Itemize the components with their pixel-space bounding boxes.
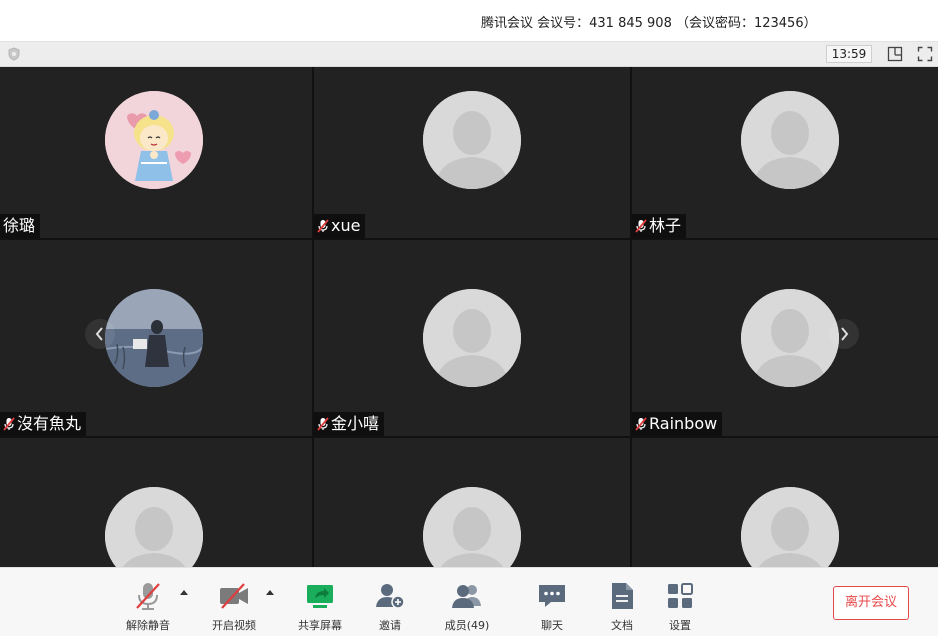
participant-tile[interactable]: 金小嘻 bbox=[314, 240, 630, 436]
participant-tile[interactable] bbox=[632, 438, 938, 567]
meeting-title: 腾讯会议 会议号：431 845 908 （会议密码：123456） bbox=[481, 16, 817, 31]
video-grid: 徐璐 xue 林子 沒有魚丸 金小嘻 Rainbow bbox=[0, 67, 938, 567]
members-icon bbox=[452, 585, 481, 608]
leave-meeting-button[interactable]: 离开会议 bbox=[833, 586, 909, 620]
docs-label: 文档 bbox=[611, 619, 633, 632]
participant-name: 徐璐 bbox=[3, 216, 36, 235]
status-bar: 13:59 bbox=[0, 41, 938, 67]
participant-name-tag: 徐璐 bbox=[0, 214, 41, 238]
participant-name-tag: xue bbox=[314, 214, 366, 238]
participant-name: 沒有魚丸 bbox=[17, 414, 82, 433]
docs-button[interactable]: 文档 bbox=[602, 568, 642, 637]
share-screen-button[interactable]: 共享屏幕 bbox=[295, 568, 345, 637]
participant-name: xue bbox=[331, 216, 361, 235]
video-options-caret[interactable] bbox=[266, 590, 274, 595]
layout-toggle-icon[interactable] bbox=[887, 46, 903, 62]
chat-button[interactable]: 聊天 bbox=[532, 568, 572, 637]
default-avatar-icon bbox=[423, 91, 521, 189]
invite-label: 邀请 bbox=[379, 619, 401, 632]
participant-name-tag: 沒有魚丸 bbox=[0, 412, 87, 436]
chat-label: 聊天 bbox=[541, 619, 563, 632]
participant-name: 金小嘻 bbox=[331, 414, 380, 433]
add-user-icon bbox=[376, 584, 405, 609]
share-screen-icon bbox=[307, 585, 333, 608]
meeting-toolbar: 解除静音 开启视频 共享屏幕 邀请 成员(49) 聊天 文档 设置 离开会议 bbox=[0, 567, 938, 636]
chevron-right-icon bbox=[841, 327, 849, 341]
meeting-timer: 13:59 bbox=[826, 45, 872, 63]
muted-mic-icon bbox=[635, 219, 647, 233]
next-page-button[interactable] bbox=[829, 319, 859, 349]
participant-tile[interactable] bbox=[314, 438, 630, 567]
video-off-icon bbox=[220, 583, 248, 609]
muted-mic-icon bbox=[317, 417, 329, 431]
members-button[interactable]: 成员(49) bbox=[443, 568, 491, 637]
participant-tile[interactable] bbox=[0, 438, 312, 567]
avatar bbox=[105, 91, 203, 189]
participant-tile[interactable]: 徐璐 bbox=[0, 67, 312, 238]
chevron-left-icon bbox=[95, 327, 103, 341]
participant-tile[interactable]: xue bbox=[314, 67, 630, 238]
audio-options-caret[interactable] bbox=[180, 590, 188, 595]
participant-name: Rainbow bbox=[649, 414, 718, 433]
settings-button[interactable]: 设置 bbox=[660, 568, 700, 637]
invite-button[interactable]: 邀请 bbox=[370, 568, 410, 637]
participant-tile[interactable]: 林子 bbox=[632, 67, 938, 238]
muted-mic-icon bbox=[635, 417, 647, 431]
start-video-button[interactable]: 开启视频 bbox=[209, 568, 259, 637]
muted-mic-icon bbox=[317, 219, 329, 233]
participant-name-tag: Rainbow bbox=[632, 412, 723, 436]
start-video-label: 开启视频 bbox=[212, 619, 256, 632]
settings-label: 设置 bbox=[669, 619, 691, 632]
default-avatar-icon bbox=[105, 487, 203, 567]
document-icon bbox=[612, 583, 633, 609]
members-label: 成员(49) bbox=[444, 619, 490, 632]
participant-tile[interactable]: 沒有魚丸 bbox=[0, 240, 312, 436]
participant-name: 林子 bbox=[649, 216, 682, 235]
participant-name-tag: 林子 bbox=[632, 214, 687, 238]
title-bar: 腾讯会议 会议号：431 845 908 （会议密码：123456） bbox=[0, 0, 938, 41]
default-avatar-icon bbox=[423, 289, 521, 387]
muted-mic-icon bbox=[136, 583, 160, 610]
default-avatar-icon bbox=[741, 487, 839, 567]
default-avatar-icon bbox=[741, 91, 839, 189]
default-avatar-icon bbox=[423, 487, 521, 567]
fullscreen-icon[interactable] bbox=[917, 46, 933, 62]
muted-mic-icon bbox=[3, 417, 15, 431]
avatar bbox=[105, 289, 203, 387]
default-avatar-icon bbox=[741, 289, 839, 387]
settings-grid-icon bbox=[668, 583, 693, 608]
share-screen-label: 共享屏幕 bbox=[298, 619, 342, 632]
shield-icon bbox=[8, 47, 20, 61]
unmute-button[interactable]: 解除静音 bbox=[122, 568, 174, 637]
prev-page-button[interactable] bbox=[85, 319, 115, 349]
unmute-label: 解除静音 bbox=[126, 619, 170, 632]
participant-tile[interactable]: Rainbow bbox=[632, 240, 938, 436]
participant-name-tag: 金小嘻 bbox=[314, 412, 385, 436]
chat-icon bbox=[539, 585, 565, 607]
